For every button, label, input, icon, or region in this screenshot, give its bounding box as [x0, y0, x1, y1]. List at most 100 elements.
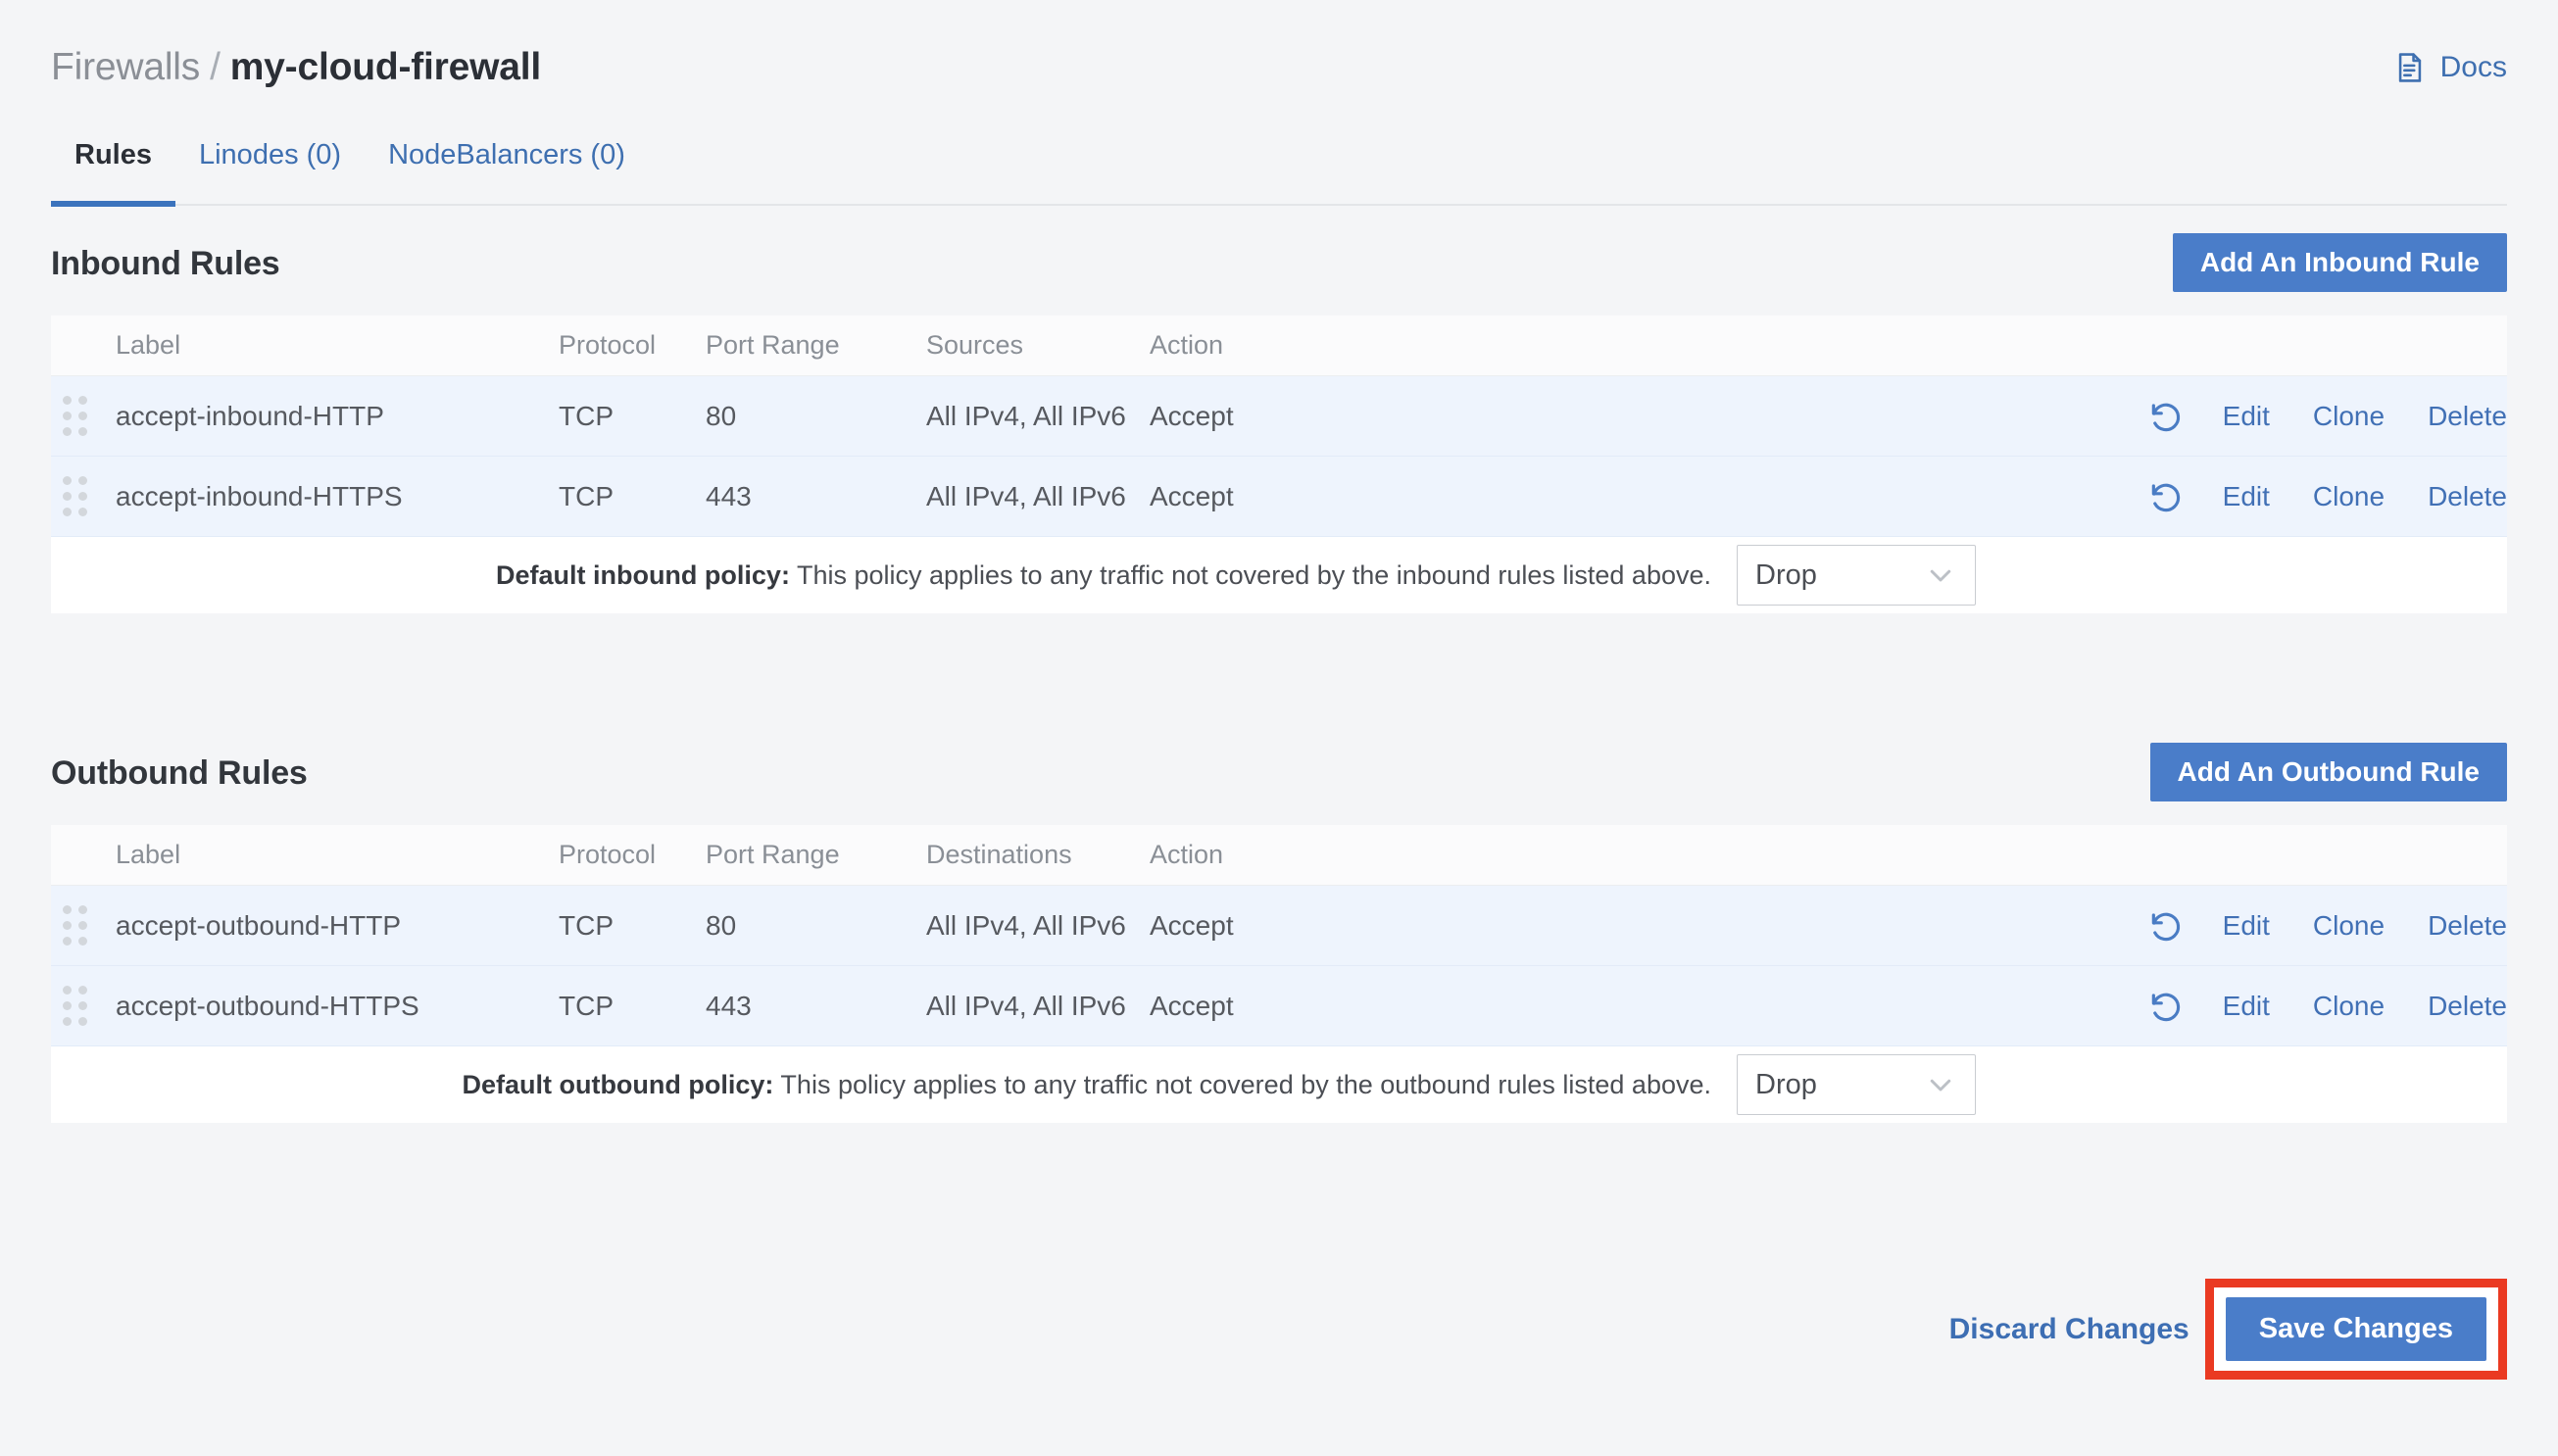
drag-handle-icon[interactable]: [51, 476, 98, 516]
delete-link[interactable]: Delete: [2406, 985, 2507, 1028]
edit-link[interactable]: Edit: [2201, 475, 2291, 518]
drag-handle-icon[interactable]: [51, 986, 98, 1026]
inbound-policy-sentence: This policy applies to any traffic not c…: [790, 560, 1711, 590]
rule-protocol: TCP: [559, 910, 706, 942]
inbound-rules-section: Inbound Rules Add An Inbound Rule Label …: [51, 243, 2507, 613]
rule-label: accept-inbound-HTTPS: [98, 481, 559, 512]
outbound-policy-select[interactable]: Drop: [1737, 1054, 1976, 1115]
rule-sources: All IPv4, All IPv6: [926, 401, 1150, 432]
page-header: Firewalls / my-cloud-firewall Docs: [51, 39, 2507, 96]
tab-bar: Rules Linodes (0) NodeBalancers (0): [51, 125, 2507, 206]
column-header-action: Action: [1150, 840, 2076, 870]
save-changes-button[interactable]: Save Changes: [2226, 1297, 2486, 1361]
column-header-protocol: Protocol: [559, 330, 706, 361]
row-actions: Edit Clone Delete: [2076, 900, 2507, 951]
footer-actions: Discard Changes Save Changes: [1949, 1279, 2507, 1380]
column-header-label: Label: [98, 330, 559, 361]
delete-link[interactable]: Delete: [2406, 475, 2507, 518]
breadcrumb: Firewalls / my-cloud-firewall: [51, 46, 541, 89]
tab-rules-label: Rules: [74, 139, 152, 170]
edit-link[interactable]: Edit: [2201, 904, 2291, 947]
table-row: accept-inbound-HTTP TCP 80 All IPv4, All…: [51, 376, 2507, 457]
rule-protocol: TCP: [559, 991, 706, 1022]
column-header-sources: Sources: [926, 330, 1150, 361]
clone-link[interactable]: Clone: [2291, 985, 2406, 1028]
rule-port-range: 80: [706, 401, 926, 432]
rule-protocol: TCP: [559, 401, 706, 432]
column-header-protocol: Protocol: [559, 840, 706, 870]
column-header-label: Label: [98, 840, 559, 870]
breadcrumb-parent-link[interactable]: Firewalls: [51, 46, 200, 89]
edit-link[interactable]: Edit: [2201, 985, 2291, 1028]
clone-link[interactable]: Clone: [2291, 904, 2406, 947]
table-row: accept-outbound-HTTPS TCP 443 All IPv4, …: [51, 966, 2507, 1046]
column-header-action: Action: [1150, 330, 2076, 361]
undo-icon[interactable]: [2140, 471, 2191, 522]
rule-port-range: 443: [706, 991, 926, 1022]
column-header-port-range: Port Range: [706, 840, 926, 870]
outbound-table-header: Label Protocol Port Range Destinations A…: [51, 825, 2507, 886]
undo-icon[interactable]: [2140, 391, 2191, 442]
outbound-policy-description: Default outbound policy: This policy app…: [51, 1070, 1737, 1100]
inbound-policy-value: Drop: [1755, 559, 1817, 592]
outbound-policy-sentence: This policy applies to any traffic not c…: [773, 1070, 1711, 1099]
table-row: accept-outbound-HTTP TCP 80 All IPv4, Al…: [51, 886, 2507, 966]
rule-protocol: TCP: [559, 481, 706, 512]
docs-label: Docs: [2440, 51, 2507, 84]
outbound-section-title: Outbound Rules: [51, 754, 308, 793]
save-changes-highlight: Save Changes: [2205, 1279, 2507, 1380]
table-row: accept-inbound-HTTPS TCP 443 All IPv4, A…: [51, 457, 2507, 537]
tab-nodebalancers-label: NodeBalancers (0): [388, 139, 625, 170]
docs-link[interactable]: Docs: [2393, 51, 2507, 84]
rule-destinations: All IPv4, All IPv6: [926, 910, 1150, 942]
rule-action: Accept: [1150, 481, 2076, 512]
rule-label: accept-inbound-HTTP: [98, 401, 559, 432]
page-title: my-cloud-firewall: [230, 46, 541, 89]
tab-linodes-label: Linodes (0): [199, 139, 341, 170]
outbound-rules-table: Label Protocol Port Range Destinations A…: [51, 825, 2507, 1123]
row-actions: Edit Clone Delete: [2076, 471, 2507, 522]
drag-handle-icon[interactable]: [51, 396, 98, 436]
rule-port-range: 443: [706, 481, 926, 512]
inbound-policy-description: Default inbound policy: This policy appl…: [51, 560, 1737, 591]
outbound-rules-section: Outbound Rules Add An Outbound Rule Labe…: [51, 752, 2507, 1123]
delete-link[interactable]: Delete: [2406, 395, 2507, 438]
undo-icon[interactable]: [2140, 900, 2191, 951]
delete-link[interactable]: Delete: [2406, 904, 2507, 947]
outbound-policy-label: Default outbound policy:: [462, 1070, 773, 1099]
edit-link[interactable]: Edit: [2201, 395, 2291, 438]
rule-action: Accept: [1150, 910, 2076, 942]
clone-link[interactable]: Clone: [2291, 395, 2406, 438]
tab-linodes[interactable]: Linodes (0): [175, 125, 365, 205]
tab-nodebalancers[interactable]: NodeBalancers (0): [365, 125, 649, 205]
add-outbound-rule-button[interactable]: Add An Outbound Rule: [2150, 743, 2507, 801]
inbound-section-header: Inbound Rules Add An Inbound Rule: [51, 243, 2507, 315]
drag-handle-icon[interactable]: [51, 905, 98, 946]
rule-sources: All IPv4, All IPv6: [926, 481, 1150, 512]
inbound-table-header: Label Protocol Port Range Sources Action: [51, 315, 2507, 376]
inbound-default-policy-row: Default inbound policy: This policy appl…: [51, 537, 2507, 613]
breadcrumb-separator: /: [210, 46, 221, 89]
document-icon: [2393, 51, 2427, 84]
clone-link[interactable]: Clone: [2291, 475, 2406, 518]
inbound-policy-select[interactable]: Drop: [1737, 545, 1976, 606]
firewall-rules-page: Firewalls / my-cloud-firewall Docs Rules…: [0, 0, 2558, 1456]
rule-destinations: All IPv4, All IPv6: [926, 991, 1150, 1022]
inbound-rules-table: Label Protocol Port Range Sources Action…: [51, 315, 2507, 613]
inbound-section-title: Inbound Rules: [51, 245, 280, 283]
row-actions: Edit Clone Delete: [2076, 391, 2507, 442]
rule-port-range: 80: [706, 910, 926, 942]
tab-rules[interactable]: Rules: [51, 125, 175, 205]
add-inbound-rule-button[interactable]: Add An Inbound Rule: [2173, 233, 2507, 292]
outbound-policy-value: Drop: [1755, 1069, 1817, 1101]
rule-label: accept-outbound-HTTPS: [98, 991, 559, 1022]
column-header-port-range: Port Range: [706, 330, 926, 361]
inbound-policy-label: Default inbound policy:: [496, 560, 790, 590]
row-actions: Edit Clone Delete: [2076, 981, 2507, 1032]
undo-icon[interactable]: [2140, 981, 2191, 1032]
outbound-default-policy-row: Default outbound policy: This policy app…: [51, 1046, 2507, 1123]
rule-label: accept-outbound-HTTP: [98, 910, 559, 942]
discard-changes-button[interactable]: Discard Changes: [1949, 1313, 2205, 1346]
rule-action: Accept: [1150, 401, 2076, 432]
outbound-section-header: Outbound Rules Add An Outbound Rule: [51, 752, 2507, 825]
